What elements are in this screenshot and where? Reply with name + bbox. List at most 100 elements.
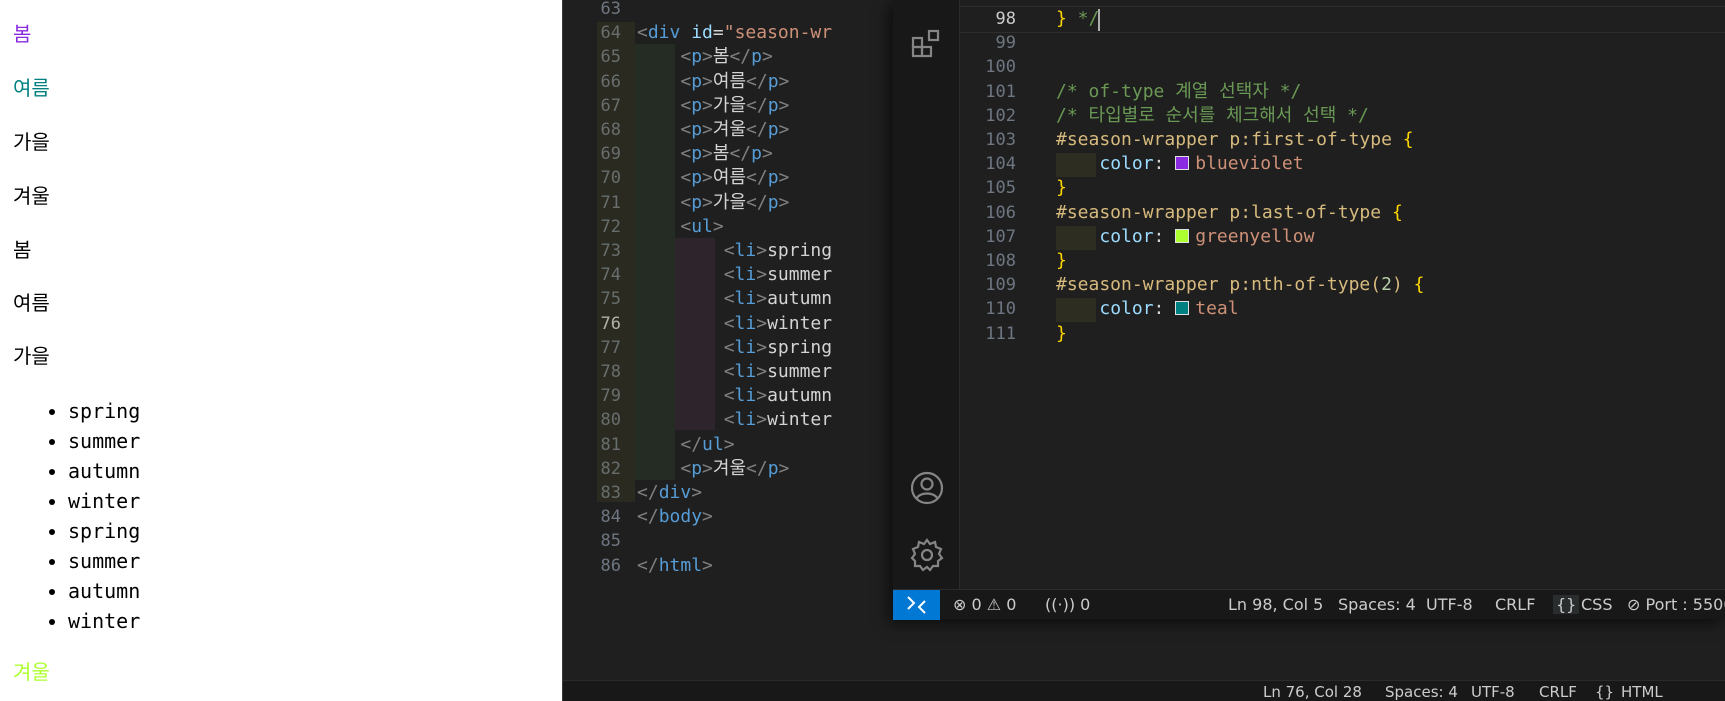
css-editor-window[interactable]: 98 99 100 101 102 103 104 105 106 107 108 109 110 111… xyxy=(893,0,1725,620)
preview-paragraph: 봄 xyxy=(13,22,32,46)
code-line[interactable]: <li>winter xyxy=(637,311,832,337)
code-line[interactable]: #season-wrapper p:last-of-type { xyxy=(1056,200,1403,226)
preview-paragraph: 여름 xyxy=(13,76,50,100)
language-status-icon[interactable]: {} xyxy=(1553,595,1580,614)
account-icon[interactable] xyxy=(909,470,945,506)
ports-count: 0 xyxy=(1080,595,1091,614)
live-server-port[interactable]: ⊘ Port : 5500 xyxy=(1627,595,1725,614)
line-number: 104 xyxy=(985,154,1016,175)
list-item: winter xyxy=(68,606,140,636)
cursor-position[interactable]: Ln 76, Col 28 xyxy=(1263,683,1362,701)
preview-paragraph-last: 겨울 xyxy=(13,660,50,684)
preview-paragraph: 겨울 xyxy=(13,184,50,208)
list-item: autumn xyxy=(68,576,140,606)
cursor-position[interactable]: Ln 98, Col 5 xyxy=(1228,595,1323,614)
code-line[interactable]: <p>가을</p> xyxy=(637,93,789,119)
error-icon: ⊗ xyxy=(953,595,967,614)
code-line[interactable]: color: greenyellow xyxy=(1056,224,1314,250)
line-number: 110 xyxy=(985,299,1016,320)
html-status-bar: Ln 76, Col 28 Spaces: 4 UTF-8 CRLF {} HT… xyxy=(563,680,1725,701)
list-item: summer xyxy=(68,546,140,576)
line-number: 108 xyxy=(985,251,1016,271)
code-line[interactable]: <li>summer xyxy=(637,359,832,385)
line-number: 84 xyxy=(600,507,621,528)
text-cursor xyxy=(1098,9,1100,31)
code-line[interactable]: <ul> xyxy=(637,214,723,240)
code-line[interactable]: #season-wrapper p:nth-of-type(2) { xyxy=(1056,272,1425,298)
code-line[interactable]: <li>autumn xyxy=(637,383,832,409)
indentation-setting[interactable]: Spaces: 4 xyxy=(1385,683,1458,701)
code-line[interactable]: </ul> xyxy=(637,432,734,458)
code-line[interactable]: <li>spring xyxy=(637,335,832,361)
line-number: 85 xyxy=(600,531,621,552)
code-line[interactable]: <p>여름</p> xyxy=(637,165,789,191)
indent-guide xyxy=(597,22,635,502)
css-status-bar: ⊗ 0 ⚠ 0 ((·)) 0 Ln 98, Col 5 Spaces: 4 U… xyxy=(893,589,1725,620)
color-swatch[interactable] xyxy=(1175,301,1190,316)
line-number: 99 xyxy=(995,33,1016,54)
braces-icon[interactable]: {} xyxy=(1595,683,1614,701)
list-item: autumn xyxy=(68,456,140,486)
list-item: summer xyxy=(68,426,140,456)
color-swatch[interactable] xyxy=(1175,156,1190,171)
encoding-setting[interactable]: UTF-8 xyxy=(1426,595,1473,614)
ports-indicator[interactable]: ((·)) 0 xyxy=(1045,595,1090,614)
warning-icon: ⚠ xyxy=(986,595,1002,614)
activity-bar xyxy=(893,0,960,589)
no-entry-icon: ⊘ xyxy=(1627,595,1641,614)
line-number: 111 xyxy=(985,323,1016,344)
list-item: spring xyxy=(68,516,140,546)
broadcast-icon: ((·)) xyxy=(1045,595,1076,614)
code-line[interactable]: #season-wrapper p:first-of-type { xyxy=(1056,127,1414,153)
extensions-icon[interactable] xyxy=(909,26,945,62)
line-number: 98 xyxy=(995,9,1016,29)
code-line[interactable]: color: teal xyxy=(1056,296,1238,322)
eol-setting[interactable]: CRLF xyxy=(1539,683,1577,701)
language-mode[interactable]: HTML xyxy=(1621,683,1663,701)
preview-paragraph: 여름 xyxy=(13,291,50,315)
line-number: 109 xyxy=(985,275,1016,296)
code-line[interactable]: } xyxy=(1056,175,1067,201)
code-line[interactable]: <p>겨울</p> xyxy=(637,456,789,482)
preview-paragraph: 가을 xyxy=(13,344,50,368)
code-line[interactable]: } xyxy=(1056,248,1067,274)
code-line[interactable]: </div> xyxy=(637,480,702,506)
code-line[interactable]: <li>spring xyxy=(637,238,832,264)
code-line[interactable]: color: blueviolet xyxy=(1056,151,1303,177)
code-line[interactable]: /* 타입별로 순서를 체크해서 선택 */ xyxy=(1056,103,1369,129)
code-line[interactable]: <li>autumn xyxy=(637,286,832,312)
code-line[interactable]: <li>summer xyxy=(637,262,832,288)
line-number: 106 xyxy=(985,202,1016,223)
error-count: 0 xyxy=(971,595,982,614)
remote-window-button[interactable] xyxy=(893,590,940,620)
problems-indicator[interactable]: ⊗ 0 ⚠ 0 xyxy=(953,595,1016,614)
code-line[interactable]: } xyxy=(1056,321,1067,347)
remote-icon xyxy=(907,596,926,614)
code-line[interactable]: <div id="season-wr xyxy=(637,20,832,46)
code-line[interactable]: <li>winter xyxy=(637,407,832,433)
encoding-setting[interactable]: UTF-8 xyxy=(1471,683,1515,701)
indentation-setting[interactable]: Spaces: 4 xyxy=(1338,595,1416,614)
browser-preview: 봄 여름 가을 겨울 봄 여름 가을 spring summer autumn … xyxy=(0,0,562,701)
preview-season-list: spring summer autumn winter spring summe… xyxy=(40,396,140,636)
code-line[interactable]: </body> xyxy=(637,504,713,530)
code-line[interactable]: <p>봄</p> xyxy=(637,44,772,70)
list-item: spring xyxy=(68,396,140,426)
line-number: 107 xyxy=(985,226,1016,247)
settings-gear-icon[interactable] xyxy=(909,537,945,573)
code-line[interactable]: /* of-type 계열 선택자 */ xyxy=(1056,79,1301,105)
line-number: 63 xyxy=(600,0,621,19)
language-mode[interactable]: CSS xyxy=(1581,595,1612,614)
color-swatch[interactable] xyxy=(1175,228,1190,243)
code-line[interactable]: <p>겨울</p> xyxy=(637,117,789,143)
preview-paragraph: 가을 xyxy=(13,130,50,154)
eol-setting[interactable]: CRLF xyxy=(1495,595,1535,614)
code-line[interactable]: </html> xyxy=(637,553,713,579)
code-line[interactable]: <p>가을</p> xyxy=(637,190,789,216)
line-number: 100 xyxy=(985,57,1016,78)
code-line[interactable]: } */ xyxy=(1056,6,1099,32)
code-line[interactable]: <p>봄</p> xyxy=(637,141,772,167)
code-line[interactable]: <p>여름</p> xyxy=(637,69,789,95)
line-number: 101 xyxy=(985,81,1016,102)
warning-count: 0 xyxy=(1006,595,1017,614)
